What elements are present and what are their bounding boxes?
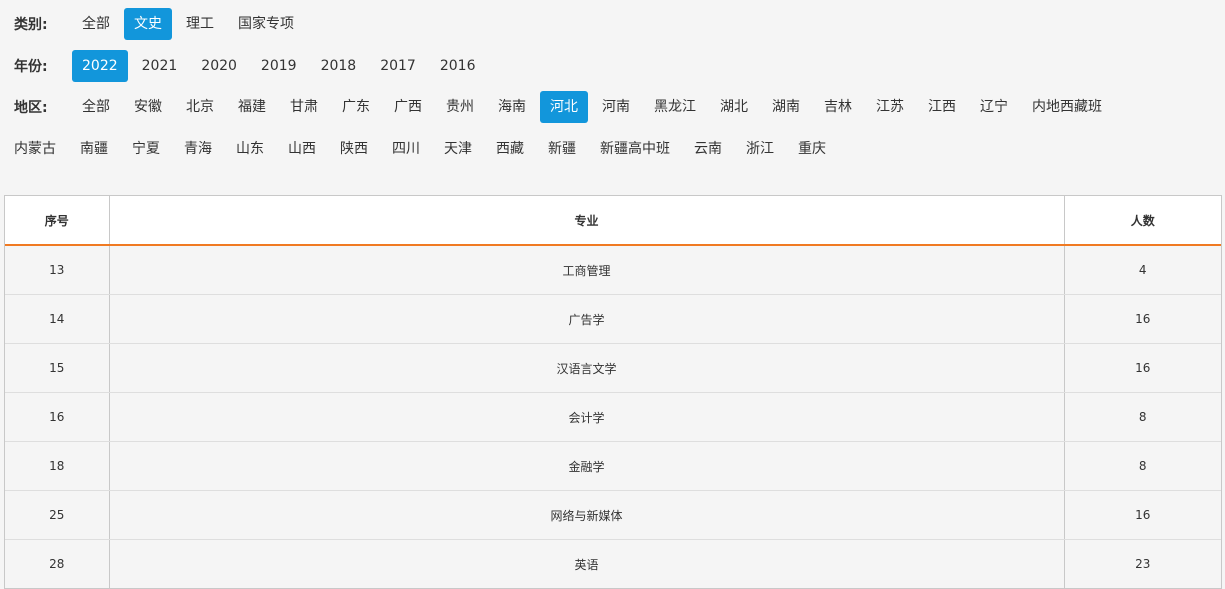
region-option[interactable]: 甘肃 — [280, 91, 328, 123]
region-option[interactable]: 辽宁 — [970, 91, 1018, 123]
year-option[interactable]: 2016 — [430, 50, 486, 82]
cell-major: 汉语言文学 — [109, 343, 1065, 393]
region-option[interactable]: 河北 — [540, 91, 588, 123]
year-option[interactable]: 2020 — [191, 50, 247, 82]
region-option[interactable]: 山东 — [226, 133, 274, 165]
cell-count: 4 — [1064, 245, 1221, 295]
region-option[interactable]: 黑龙江 — [644, 91, 706, 123]
table-row: 13 工商管理 4 — [5, 245, 1221, 295]
category-option[interactable]: 文史 — [124, 8, 172, 40]
region-option[interactable]: 内地西藏班 — [1022, 91, 1112, 123]
year-option[interactable]: 2017 — [370, 50, 426, 82]
header-index: 序号 — [5, 196, 110, 246]
region-option[interactable]: 重庆 — [788, 133, 836, 165]
cell-index: 13 — [5, 245, 110, 295]
category-label: 类别: — [14, 17, 48, 33]
region-option[interactable]: 青海 — [174, 133, 222, 165]
cell-count: 8 — [1064, 441, 1221, 491]
year-options: 2022 2021 2020 2019 2018 2017 2016 — [72, 50, 489, 82]
region-option[interactable]: 陕西 — [330, 133, 378, 165]
region-option[interactable]: 云南 — [684, 133, 732, 165]
category-option[interactable]: 国家专项 — [228, 8, 304, 40]
cell-count: 8 — [1064, 392, 1221, 442]
region-option[interactable]: 福建 — [228, 91, 276, 123]
year-option[interactable]: 2019 — [251, 50, 307, 82]
cell-major: 金融学 — [109, 441, 1065, 491]
region-filter: 地区: 全部 安徽 北京 福建 甘肃 广东 广西 贵州 海南 河北 河南 黑龙江 湖北 湖南 吉林 江苏 江西辽… — [0, 91, 1116, 123]
header-major: 专业 — [109, 196, 1065, 246]
year-filter: 年份: 2022 2021 2020 2019 2018 2017 2016 — [0, 50, 489, 82]
region-label: 地区: — [14, 100, 48, 116]
region-option[interactable]: 西藏 — [486, 133, 534, 165]
region-option[interactable]: 湖南 — [762, 91, 810, 123]
table-row: 15 汉语言文学 16 — [5, 343, 1221, 393]
table-body: 13 工商管理 4 14 广告学 16 15 汉语言文学 16 16 会计学 8 18 金融学 8 25 网络与… — [5, 245, 1221, 588]
table-row: 16 会计学 8 — [5, 392, 1221, 442]
category-option[interactable]: 理工 — [176, 8, 224, 40]
region-option[interactable]: 天津 — [434, 133, 482, 165]
region-option[interactable]: 北京 — [176, 91, 224, 123]
cell-major: 会计学 — [109, 392, 1065, 442]
cell-index: 14 — [5, 294, 110, 344]
table-row: 14 广告学 16 — [5, 294, 1221, 344]
cell-index: 25 — [5, 490, 110, 540]
region-option[interactable]: 全部 — [72, 91, 120, 123]
region-option[interactable]: 新疆 — [538, 133, 586, 165]
year-option[interactable]: 2022 — [72, 50, 128, 82]
cell-major: 广告学 — [109, 294, 1065, 344]
header-count: 人数 — [1064, 196, 1221, 246]
cell-major: 网络与新媒体 — [109, 490, 1065, 540]
table-row: 18 金融学 8 — [5, 441, 1221, 491]
region-option[interactable]: 江西 — [918, 91, 966, 123]
category-options: 全部 文史 理工 国家专项 — [72, 8, 308, 40]
cell-index: 18 — [5, 441, 110, 491]
region-options-continued: 内蒙古 南疆 宁夏 青海 山东 山西 陕西 四川 天津 西藏 新疆 新疆高中班 云南 浙江 重庆 — [4, 133, 840, 165]
category-filter: 类别: 全部 文史 理工 国家专项 — [0, 8, 308, 40]
region-option[interactable]: 海南 — [488, 91, 536, 123]
region-option[interactable]: 四川 — [382, 133, 430, 165]
cell-count: 16 — [1064, 294, 1221, 344]
year-option[interactable]: 2018 — [311, 50, 367, 82]
region-option[interactable]: 南疆 — [70, 133, 118, 165]
region-option[interactable]: 安徽 — [124, 91, 172, 123]
cell-major: 工商管理 — [109, 245, 1065, 295]
region-option[interactable]: 河南 — [592, 91, 640, 123]
cell-count: 16 — [1064, 490, 1221, 540]
region-option[interactable]: 内蒙古 — [4, 133, 66, 165]
region-option[interactable]: 广东 — [332, 91, 380, 123]
majors-table: 序号 专业 人数 13 工商管理 4 14 广告学 16 15 汉语言文学 16 16 会计学 8 18… — [4, 195, 1222, 589]
cell-index: 16 — [5, 392, 110, 442]
region-option[interactable]: 广西 — [384, 91, 432, 123]
year-option[interactable]: 2021 — [132, 50, 188, 82]
region-option[interactable]: 吉林 — [814, 91, 862, 123]
table-header-row: 序号 专业 人数 — [5, 196, 1221, 246]
region-option[interactable]: 浙江 — [736, 133, 784, 165]
cell-index: 15 — [5, 343, 110, 393]
region-option[interactable]: 山西 — [278, 133, 326, 165]
year-label: 年份: — [14, 59, 48, 75]
region-option[interactable]: 新疆高中班 — [590, 133, 680, 165]
region-option[interactable]: 湖北 — [710, 91, 758, 123]
region-option[interactable]: 贵州 — [436, 91, 484, 123]
region-options: 全部 安徽 北京 福建 甘肃 广东 广西 贵州 海南 河北 河南 黑龙江 湖北 湖南 吉林 江苏 江西 辽宁 内地西… — [72, 91, 1116, 123]
table-row: 25 网络与新媒体 16 — [5, 490, 1221, 540]
region-option[interactable]: 江苏 — [866, 91, 914, 123]
category-option[interactable]: 全部 — [72, 8, 120, 40]
region-option[interactable]: 宁夏 — [122, 133, 170, 165]
cell-count: 16 — [1064, 343, 1221, 393]
